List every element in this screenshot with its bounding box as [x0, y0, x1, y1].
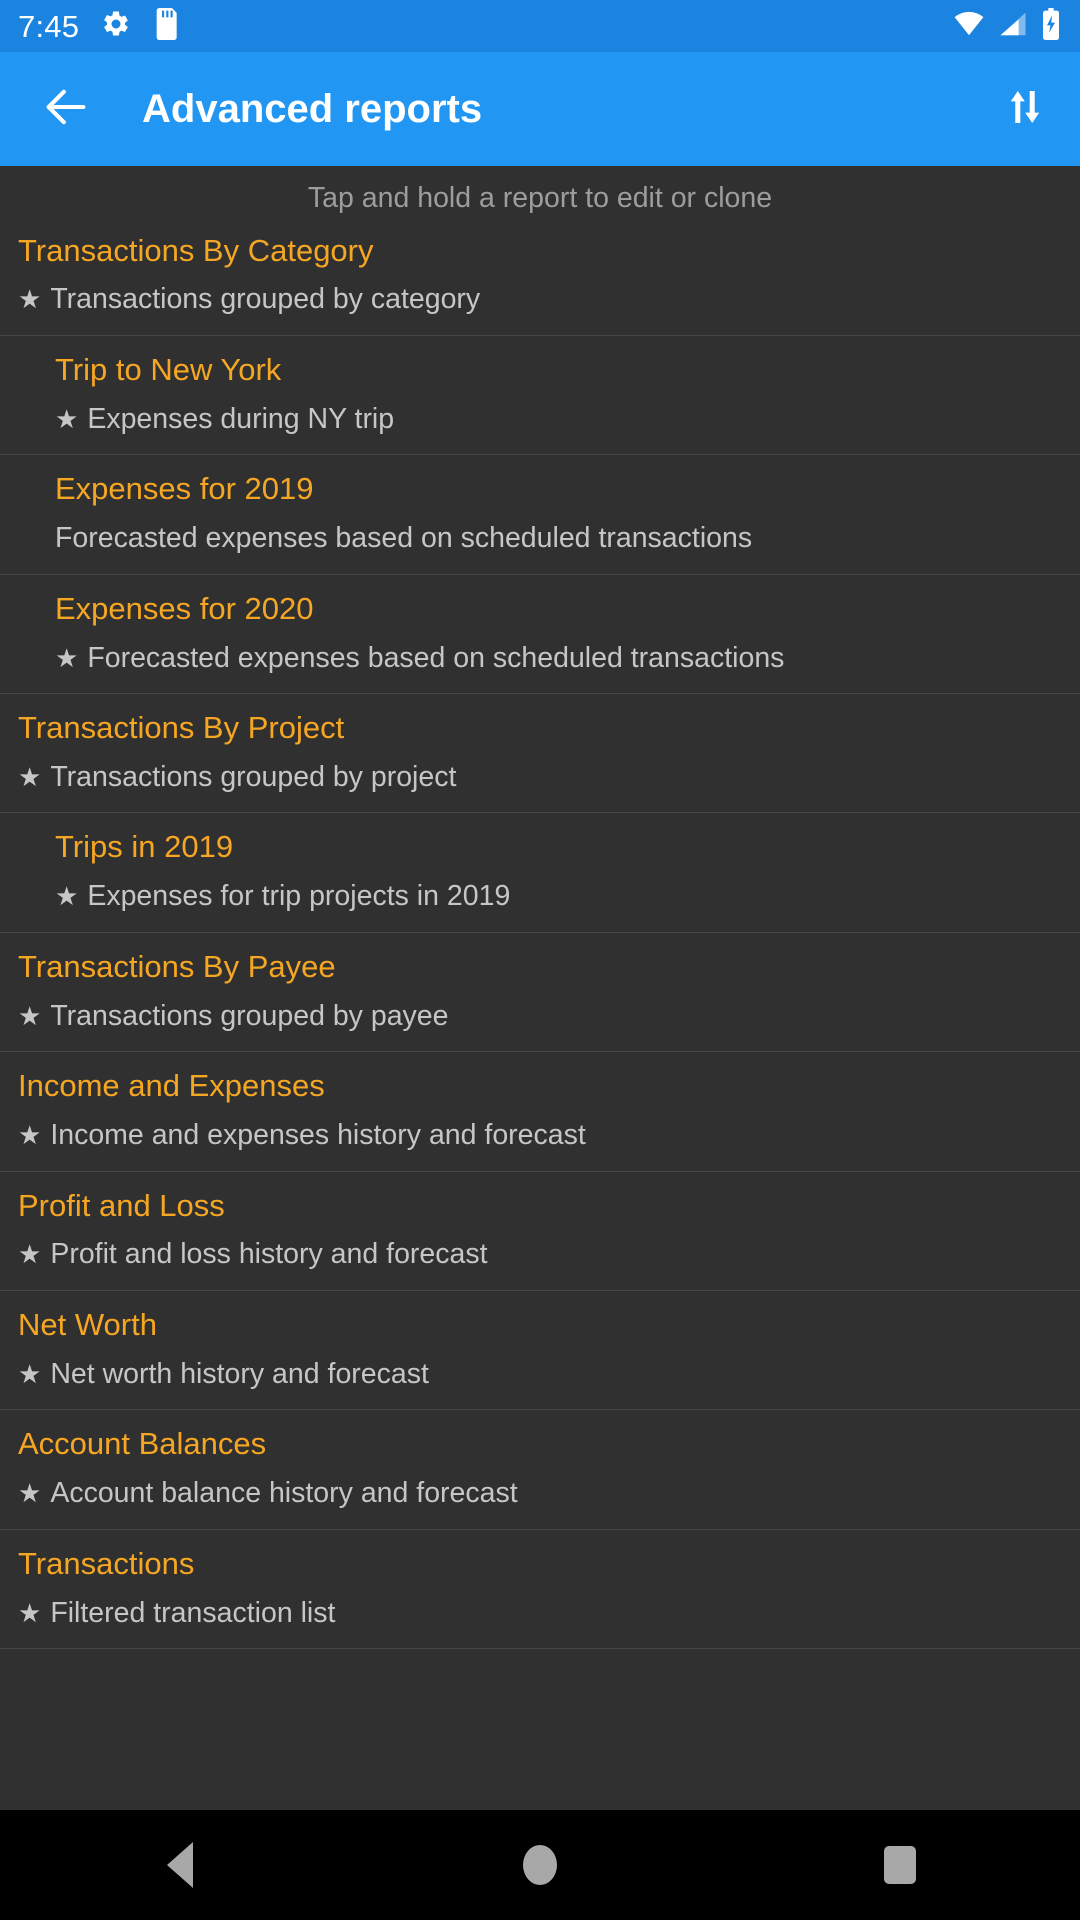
report-title: Income and Expenses — [18, 1068, 325, 1104]
nav-back-triangle-icon — [167, 1842, 193, 1888]
battery-charging-icon — [1040, 7, 1062, 45]
nav-home-button[interactable] — [465, 1810, 615, 1920]
app-bar: Advanced reports — [0, 52, 1080, 166]
report-subtitle-row: ★ Transactions grouped by project — [0, 758, 1080, 796]
report-subtitle: Net worth history and forecast — [50, 1357, 429, 1390]
phone-screen: 7:45 Advanced reports Tap and hold a rep… — [0, 0, 1080, 1920]
report-title: Account Balances — [18, 1426, 267, 1462]
report-subtitle-row: ★ Account balance history and forecast — [0, 1474, 1080, 1512]
report-subtitle-row: ★ Transactions grouped by category — [0, 280, 1080, 318]
back-arrow-icon — [40, 81, 92, 138]
report-subtitle-row: ★ Transactions grouped by payee — [0, 997, 1080, 1035]
star-icon: ★ — [18, 761, 42, 792]
status-bar-left: 7:45 — [18, 7, 179, 45]
report-subtitle-row: Forecasted expenses based on scheduled t… — [0, 519, 1080, 557]
report-title: Transactions By Project — [18, 710, 345, 745]
star-icon: ★ — [18, 1597, 42, 1628]
report-title: Trip to New York — [55, 351, 282, 387]
report-subtitle-row: ★ Expenses for trip projects in 2019 — [0, 877, 1080, 915]
report-row[interactable]: Trip to New York ★ Expenses during NY trip — [0, 334, 1080, 455]
star-icon: ★ — [18, 1120, 42, 1151]
star-icon: ★ — [18, 1000, 42, 1031]
report-subtitle: Forecasted expenses based on scheduled t… — [87, 641, 785, 674]
reports-list-container[interactable]: Tap and hold a report to edit or clone T… — [0, 166, 1080, 1810]
page-title: Advanced reports — [142, 87, 483, 131]
report-subtitle-row: ★ Expenses during NY trip — [0, 400, 1080, 438]
report-row[interactable]: Transactions By Project ★ Transactions gro… — [0, 693, 1080, 813]
report-subtitle: Transactions grouped by project — [50, 760, 457, 793]
report-title: Transactions By Payee — [18, 948, 336, 984]
report-subtitle-row: ★ Net worth history and forecast — [0, 1355, 1080, 1393]
report-title: Expenses for 2019 — [55, 471, 314, 507]
list-hint-text: Tap and hold a report to edit or clone — [307, 182, 773, 214]
report-row[interactable]: Profit and Loss ★ Profit and loss history … — [0, 1170, 1080, 1290]
star-icon: ★ — [55, 403, 79, 434]
star-icon: ★ — [55, 881, 79, 912]
report-row[interactable]: Income and Expenses ★ Income and expenses … — [0, 1051, 1080, 1171]
report-subtitle-row: ★ Filtered transaction list — [0, 1594, 1080, 1632]
nav-recents-square-icon — [884, 1846, 916, 1884]
nav-home-circle-icon — [523, 1845, 557, 1885]
wifi-icon — [952, 9, 986, 44]
star-icon: ★ — [18, 1239, 42, 1270]
report-row[interactable]: Account Balances ★ Account balance history… — [0, 1409, 1080, 1529]
report-subtitle: Filtered transaction list — [50, 1596, 336, 1629]
report-subtitle: Profit and loss history and forecast — [50, 1238, 488, 1271]
report-subtitle: Transactions grouped by payee — [50, 999, 449, 1032]
report-row[interactable]: Trips in 2019 ★ Expenses for trip projects… — [0, 812, 1080, 932]
report-subtitle-row: ★ Profit and loss history and forecast — [0, 1235, 1080, 1273]
sort-updown-icon — [1001, 83, 1049, 136]
sort-button[interactable] — [994, 78, 1056, 140]
nav-recents-button[interactable] — [825, 1810, 975, 1920]
report-row[interactable]: Transactions By Category ★ Transactions gr… — [0, 226, 1080, 335]
report-title: Trips in 2019 — [55, 829, 234, 865]
status-clock: 7:45 — [18, 8, 80, 44]
report-subtitle: Income and expenses history and forecast — [50, 1119, 586, 1152]
report-subtitle: Expenses during NY trip — [87, 402, 395, 435]
reports-list[interactable]: Transactions By Category ★ Transactions gr… — [0, 226, 1080, 1648]
star-icon: ★ — [18, 1358, 42, 1389]
sd-card-icon — [153, 7, 179, 45]
report-title: Transactions — [18, 1545, 195, 1581]
status-bar-right — [952, 7, 1062, 45]
report-subtitle-row: ★ Income and expenses history and forecas… — [0, 1116, 1080, 1154]
report-row[interactable]: Expenses for 2019 Forecasted expenses bas… — [0, 454, 1080, 574]
report-subtitle: Transactions grouped by category — [50, 283, 481, 316]
settings-gear-icon — [101, 9, 131, 44]
report-title: Net Worth — [18, 1306, 157, 1342]
report-title: Expenses for 2020 — [55, 590, 314, 626]
cell-signal-icon — [997, 9, 1029, 44]
back-button[interactable] — [36, 79, 96, 139]
report-title: Transactions By Category — [18, 232, 374, 268]
status-bar: 7:45 — [0, 0, 1080, 52]
report-title: Profit and Loss — [18, 1187, 225, 1223]
report-row[interactable]: Expenses for 2020 ★ Forecasted expenses ba… — [0, 573, 1080, 693]
report-row[interactable]: Net Worth ★ Net worth history and forecast — [0, 1289, 1080, 1410]
list-bottom-edge — [0, 1648, 1080, 1678]
star-icon: ★ — [18, 284, 42, 315]
report-subtitle: Expenses for trip projects in 2019 — [87, 880, 511, 913]
report-subtitle-row: ★ Forecasted expenses based on scheduled … — [0, 639, 1080, 677]
system-navigation-bar — [0, 1810, 1080, 1920]
report-row[interactable]: Transactions By Payee ★ Transactions group… — [0, 931, 1080, 1052]
star-icon: ★ — [18, 1478, 42, 1509]
report-row[interactable]: Transactions ★ Filtered transaction list — [0, 1528, 1080, 1648]
nav-back-button[interactable] — [105, 1810, 255, 1920]
star-icon: ★ — [55, 642, 79, 673]
report-subtitle: Account balance history and forecast — [50, 1477, 518, 1510]
report-subtitle: Forecasted expenses based on scheduled t… — [55, 522, 753, 555]
